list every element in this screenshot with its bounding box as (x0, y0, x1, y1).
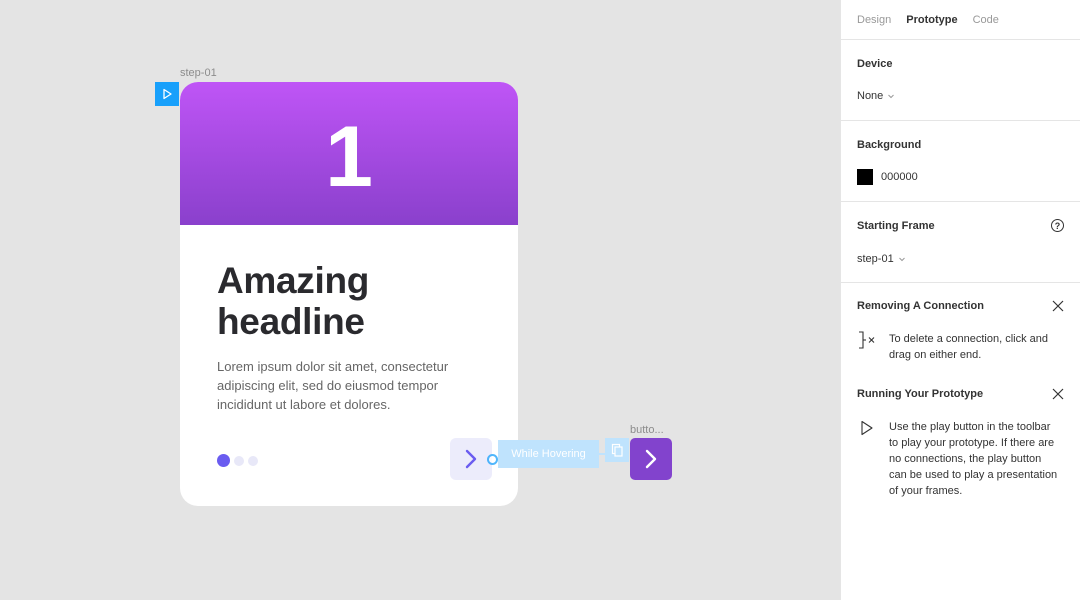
tab-prototype[interactable]: Prototype (906, 14, 957, 26)
disconnect-icon (859, 331, 875, 349)
close-icon[interactable] (1051, 299, 1065, 313)
chevron-right-icon (645, 449, 657, 469)
device-section: Device None (841, 40, 1080, 121)
starting-frame-title: Starting Frame (857, 220, 935, 232)
interaction-trigger-chip[interactable]: While Hovering (498, 440, 599, 468)
starting-frame-value: step-01 (857, 253, 894, 265)
card-next-button[interactable] (450, 438, 492, 480)
background-section: Background 000000 (841, 121, 1080, 202)
design-canvas[interactable]: step-01 1 Amazing headline Lorem ipsum d… (0, 0, 840, 600)
button-hover-frame[interactable] (630, 438, 672, 480)
tip-title: Removing A Connection (857, 300, 984, 312)
device-dropdown[interactable]: None (857, 90, 895, 102)
card-header: 1 (180, 82, 518, 225)
background-color-row[interactable]: 000000 (857, 169, 918, 185)
connection-node[interactable] (487, 454, 498, 465)
device-value: None (857, 90, 884, 102)
pagination-dot (234, 455, 244, 466)
chevron-down-icon (898, 257, 905, 262)
properties-panel: Design Prototype Code Device None Backgr… (840, 0, 1080, 600)
chevron-right-icon (465, 449, 477, 469)
close-icon[interactable] (1051, 387, 1065, 401)
flow-start-play-icon[interactable] (155, 82, 179, 106)
play-icon (861, 420, 873, 436)
chevron-down-icon (888, 94, 895, 99)
tip-text: To delete a connection, click and drag o… (889, 333, 1048, 361)
swap-action-icon[interactable] (605, 438, 629, 462)
card-number: 1 (325, 108, 373, 205)
help-icon[interactable]: ? (1051, 219, 1064, 232)
tip-running-prototype: Running Your Prototype Use the play butt… (857, 387, 1065, 497)
pagination-dot (248, 455, 258, 466)
pagination-dots (217, 454, 258, 467)
tab-design[interactable]: Design (857, 14, 891, 26)
color-swatch[interactable] (857, 169, 873, 185)
background-title: Background (857, 139, 922, 151)
card-headline: Amazing headline (217, 260, 370, 342)
device-title: Device (857, 58, 893, 70)
frame-label-button[interactable]: butto... (630, 424, 664, 436)
background-hex-value[interactable]: 000000 (881, 171, 918, 183)
card-body-text: Lorem ipsum dolor sit amet, consectetur … (217, 359, 449, 412)
panel-tabs: Design Prototype Code (841, 0, 1080, 40)
tip-text: Use the play button in the toolbar to pl… (889, 421, 1058, 497)
pagination-dot-active (217, 454, 230, 467)
step-01-frame[interactable]: 1 Amazing headline Lorem ipsum dolor sit… (180, 82, 518, 506)
tip-title: Running Your Prototype (857, 388, 984, 400)
tab-code[interactable]: Code (973, 14, 999, 26)
frame-label-step[interactable]: step-01 (180, 67, 217, 79)
tip-removing-connection: Removing A Connection To delete a connec… (857, 299, 1065, 361)
starting-frame-dropdown[interactable]: step-01 (857, 253, 906, 265)
starting-frame-section: Starting Frame ? step-01 (841, 202, 1080, 283)
